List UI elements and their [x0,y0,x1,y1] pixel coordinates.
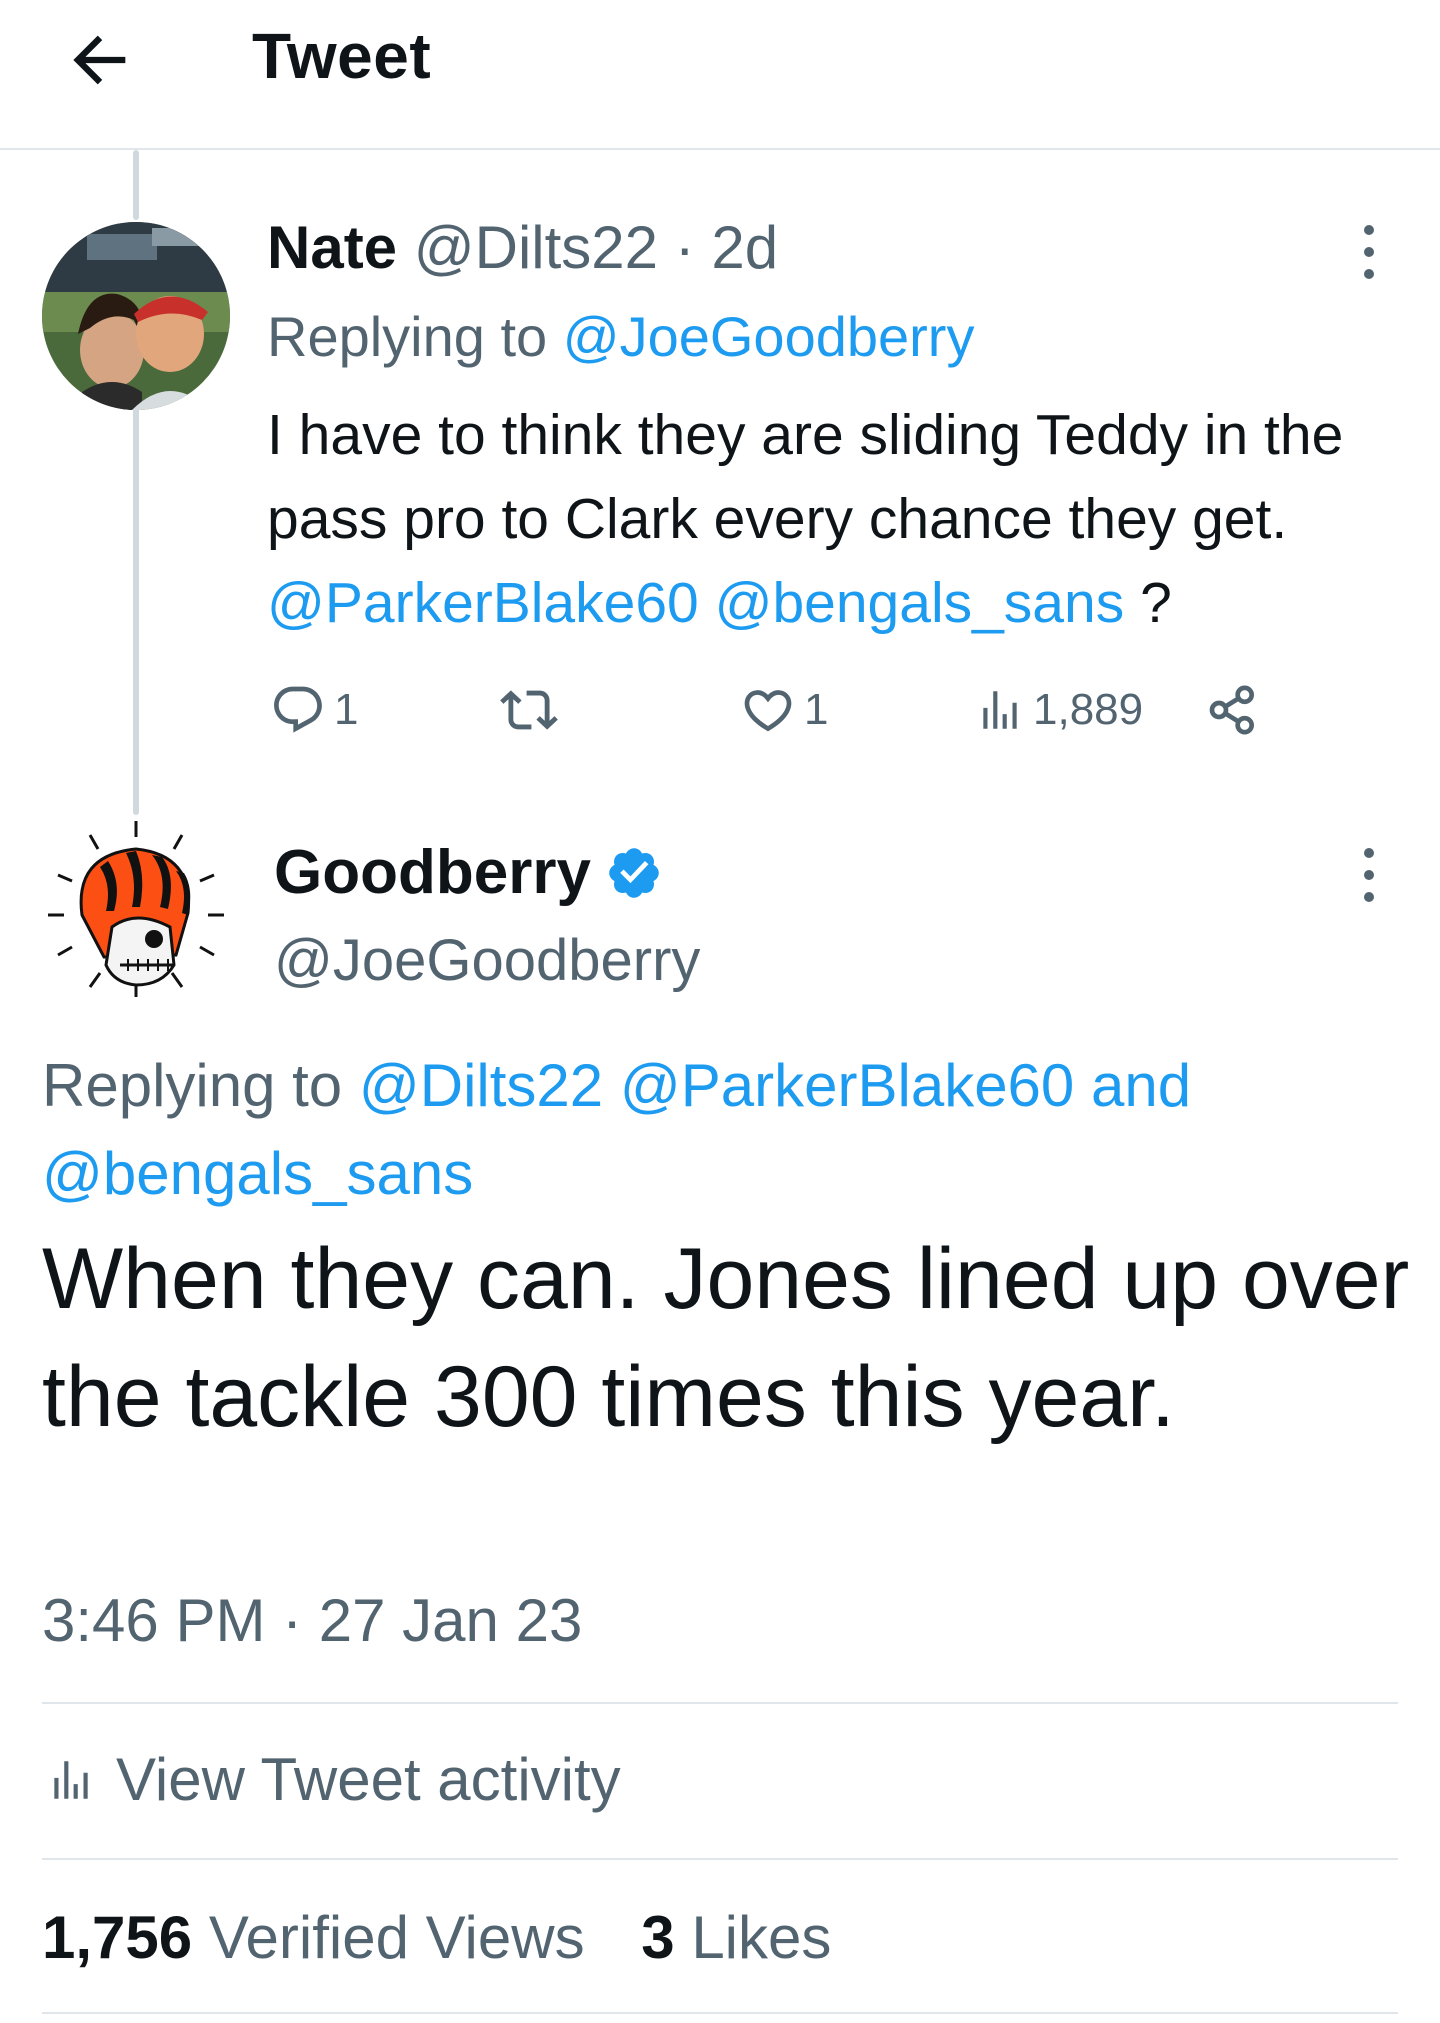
like-count: 1 [804,685,829,734]
tweet-stats: 1,756 Verified Views 3 Likes [42,1898,871,1978]
views-count: 1,889 [1033,685,1144,734]
replying-to-dilts22[interactable]: @Dilts22 [359,1052,603,1119]
verified-views-label: Verified Views [208,1904,585,1971]
divider-top [42,1702,1398,1704]
view-tweet-activity-label: View Tweet activity [116,1746,621,1813]
reply-replying-to: Replying to @JoeGoodberry [267,301,974,373]
main-replying-to: Replying to @Dilts22 @ParkerBlake60 and … [42,1042,1402,1218]
analytics-icon [54,1761,88,1799]
tweet-timestamp[interactable]: 3:46 PM · 27 Jan 23 [42,1583,582,1659]
like-button[interactable]: 1 [740,680,828,740]
reply-more-icon[interactable] [1354,222,1384,282]
main-tweet-body: When they can. Jones lined up over the t… [42,1231,1410,1445]
reply-time[interactable]: 2d [711,214,778,281]
reply-author-handle[interactable]: @Dilts22 [414,214,658,281]
likes-stat[interactable]: 3 Likes [641,1898,831,1978]
replying-and[interactable]: and [1091,1052,1191,1119]
arrow-left-icon[interactable] [62,22,138,98]
main-more-icon[interactable] [1354,845,1384,905]
reply-body: I have to think they are sliding Teddy i… [267,393,1417,645]
view-tweet-activity-button[interactable]: View Tweet activity [46,1740,621,1820]
reply-author-name[interactable]: Nate [267,214,397,281]
thread-line-bottom [133,385,139,815]
main-replying-prefix: Replying to [42,1052,343,1119]
tweet-detail-page: Tweet Nate @Dilts22 · 2d Replying to @Jo [0,0,1440,2023]
replying-to-parkerblake60[interactable]: @ParkerBlake60 [620,1052,1074,1119]
mention-bengals-sans[interactable]: @bengals_sans [715,571,1125,635]
avatar-goodberry[interactable] [42,815,230,1003]
replying-to-link[interactable]: @JoeGoodberry [563,305,975,368]
mention-parkerblake60[interactable]: @ParkerBlake60 [267,571,699,635]
verified-views-stat[interactable]: 1,756 Verified Views [42,1898,585,1978]
divider-middle [42,1858,1398,1860]
top-bar: Tweet [0,0,1440,150]
likes-label: Likes [691,1904,832,1971]
reply-button[interactable]: 1 [270,680,358,740]
reply-author-line: Nate @Dilts22 · 2d [267,212,778,284]
reply-body-text: I have to think they are sliding Teddy i… [267,403,1344,551]
replying-prefix: Replying to [267,305,548,368]
comment-icon [274,686,322,733]
reply-body-end: ? [1140,571,1172,635]
reply-count: 1 [334,685,359,734]
likes-count: 3 [641,1904,675,1971]
main-author-line: Goodberry [274,835,663,911]
page-title: Tweet [252,20,432,92]
verified-views-count: 1,756 [42,1904,193,1971]
reply-action-bar: 1 1 1,889 [270,680,1270,740]
verified-badge-icon[interactable] [605,844,663,902]
main-author-handle[interactable]: @JoeGoodberry [274,925,700,997]
main-author-name[interactable]: Goodberry [274,835,591,911]
share-icon [1209,685,1254,735]
heart-icon [744,690,792,732]
share-button[interactable] [1205,680,1261,740]
thread-line-top [133,150,139,220]
avatar-nate[interactable] [42,222,230,410]
views-icon [983,691,1017,729]
divider-bottom [42,2012,1398,2014]
replying-to-bengals-sans[interactable]: @bengals_sans [42,1140,473,1207]
reply-separator: · [674,214,695,281]
retweet-button[interactable] [500,680,566,740]
retweet-icon [500,690,558,730]
views-button[interactable]: 1,889 [975,680,1143,740]
